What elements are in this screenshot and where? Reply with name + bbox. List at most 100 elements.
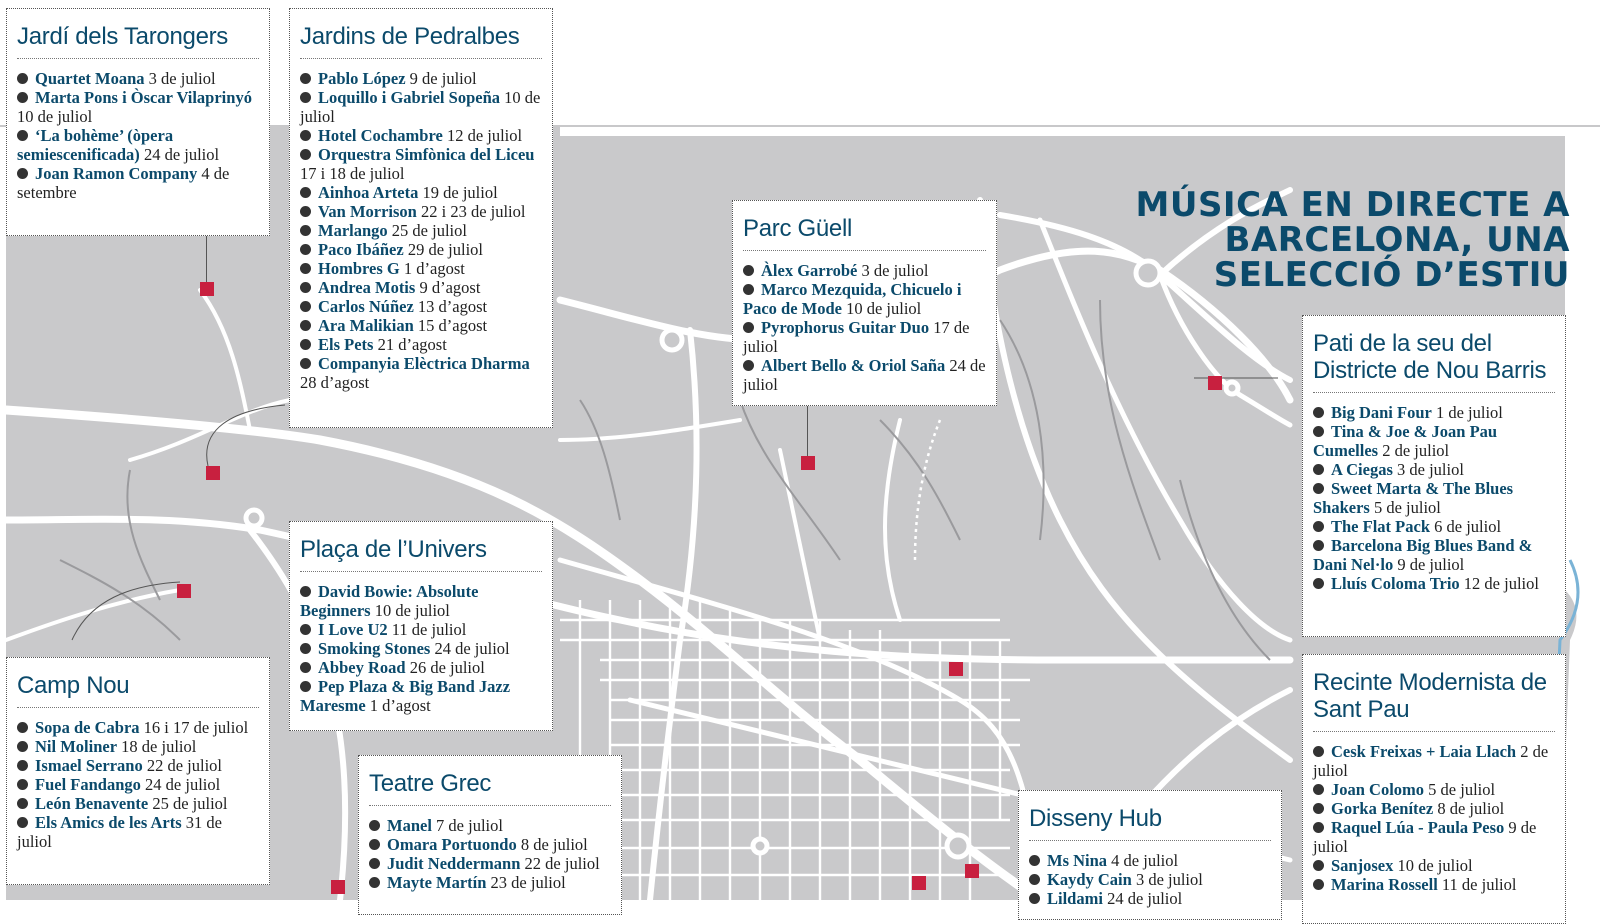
event-list: Cesk Freixas + Laia Llach 2 de juliol Joa…	[1313, 742, 1555, 894]
event-artist: Lluís Coloma Trio	[1331, 574, 1460, 593]
event-item: Àlex Garrobé 3 de juliol	[743, 261, 986, 280]
venue-marker-teatre-grec[interactable]	[331, 880, 345, 894]
event-item: Paco Ibáñez 29 de juliol	[300, 240, 542, 259]
event-artist: Albert Bello & Oriol Saña	[761, 356, 946, 375]
event-item: Andrea Motis 9 d’agost	[300, 278, 542, 297]
venue-name: Jardins de Pedralbes	[300, 17, 542, 59]
venue-name: Camp Nou	[17, 666, 259, 708]
venue-marker-jardins-de-pedralbes[interactable]	[206, 466, 220, 480]
event-date: 23 de juliol	[490, 873, 566, 892]
event-artist: Cesk Freixas + Laia Llach	[1331, 742, 1517, 761]
event-artist: Abbey Road	[318, 658, 406, 677]
event-item: Van Morrison 22 i 23 de juliol	[300, 202, 542, 221]
event-artist: Fuel Fandango	[35, 775, 141, 794]
event-item: Pep Plaza & Big Band Jazz Maresme 1 d’ag…	[300, 677, 542, 715]
event-artist: Sanjosex	[1331, 856, 1394, 875]
event-artist: The Flat Pack	[1331, 517, 1430, 536]
event-artist: Àlex Garrobé	[761, 261, 858, 280]
event-item: Gorka Benítez 8 de juliol	[1313, 799, 1555, 818]
event-date: 1 d’agost	[403, 259, 465, 278]
event-date: 9 de juliol	[409, 69, 477, 88]
event-date: 21 d’agost	[377, 335, 447, 354]
event-date: 3 de juliol	[1135, 870, 1203, 889]
event-artist: Nil Moliner	[35, 737, 118, 756]
venue-marker-sant-pau[interactable]	[949, 662, 963, 676]
event-artist: Smoking Stones	[318, 639, 431, 658]
event-item: Lildami 24 de juliol	[1029, 889, 1271, 908]
venue-name: Jardí dels Tarongers	[17, 17, 259, 59]
event-item: Lluís Coloma Trio 12 de juliol	[1313, 574, 1555, 593]
event-date: 1 de juliol	[1435, 403, 1503, 422]
venue-marker-nou-barris[interactable]	[1208, 376, 1222, 390]
event-item: ‘La bohème’ (òpera semiescenificada) 24 …	[17, 126, 259, 164]
venue-marker-placa-univers[interactable]	[912, 876, 926, 890]
event-list: Manel 7 de juliol Omara Portuondo 8 de ju…	[369, 816, 611, 892]
event-date: 25 de juliol	[391, 221, 467, 240]
venue-marker-disseny-hub[interactable]	[965, 864, 979, 878]
venue-marker-jardi-dels-tarongers[interactable]	[200, 282, 214, 296]
event-item: León Benavente 25 de juliol	[17, 794, 259, 813]
event-date: 16 i 17 de juliol	[143, 718, 249, 737]
event-date: 10 de juliol	[374, 601, 450, 620]
event-artist: Hombres G	[318, 259, 400, 278]
event-artist: Big Dani Four	[1331, 403, 1432, 422]
event-date: 6 de juliol	[1434, 517, 1502, 536]
event-date: 26 de juliol	[409, 658, 485, 677]
marker-stem	[807, 400, 808, 456]
event-artist: I Love U2	[318, 620, 388, 639]
title-line: SELECCIÓ D’ESTIU	[1213, 255, 1570, 295]
event-date: 29 de juliol	[407, 240, 483, 259]
event-date: 5 de juliol	[1428, 780, 1496, 799]
event-date: 19 de juliol	[422, 183, 498, 202]
event-date: 13 d’agost	[417, 297, 488, 316]
event-item: A Ciegas 3 de juliol	[1313, 460, 1555, 479]
venue-card-disseny-hub: Disseny Hub Ms Nina 4 de juliol Kaydy Cain…	[1018, 790, 1282, 920]
event-artist: León Benavente	[35, 794, 149, 813]
venue-name: Pati de la seu del Districte de Nou Barr…	[1313, 324, 1555, 393]
event-item: Els Amics de les Arts 31 de juliol	[17, 813, 259, 851]
event-item: Carlos Núñez 13 d’agost	[300, 297, 542, 316]
event-item: Sweet Marta & The Blues Shakers 5 de jul…	[1313, 479, 1555, 517]
marker-stem	[206, 232, 207, 286]
event-artist: Lildami	[1047, 889, 1103, 908]
event-list: David Bowie: Absolute Beginners 10 de ju…	[300, 582, 542, 715]
event-item: Judit Neddermann 22 de juliol	[369, 854, 611, 873]
event-item: Ismael Serrano 22 de juliol	[17, 756, 259, 775]
venue-marker-parc-guell[interactable]	[801, 456, 815, 470]
event-artist: Kaydy Cain	[1047, 870, 1132, 889]
venue-card-placa-de-l-univers: Plaça de l’Univers David Bowie: Absolute …	[289, 521, 553, 731]
event-item: I Love U2 11 de juliol	[300, 620, 542, 639]
event-artist: Ms Nina	[1047, 851, 1108, 870]
event-item: Ainhoa Arteta 19 de juliol	[300, 183, 542, 202]
event-artist: Ismael Serrano	[35, 756, 143, 775]
event-item: Loquillo i Gabriel Sopeña 10 de juliol	[300, 88, 542, 126]
event-item: Barcelona Big Blues Band & Dani Nel·lo 9…	[1313, 536, 1555, 574]
event-date: 18 de juliol	[121, 737, 197, 756]
event-date: 3 de juliol	[148, 69, 216, 88]
event-date: 25 de juliol	[152, 794, 228, 813]
event-date: 11 de juliol	[1441, 875, 1517, 894]
venue-name: Teatre Grec	[369, 764, 611, 806]
event-item: Hombres G 1 d’agost	[300, 259, 542, 278]
event-artist: Els Amics de les Arts	[35, 813, 182, 832]
venue-marker-camp-nou-area[interactable]	[177, 584, 191, 598]
event-date: 1 d’agost	[369, 696, 431, 715]
event-artist: Judit Neddermann	[387, 854, 521, 873]
event-item: Albert Bello & Oriol Saña 24 de juliol	[743, 356, 986, 394]
event-date: 11 de juliol	[391, 620, 467, 639]
event-date: 24 de juliol	[145, 775, 221, 794]
event-date: 12 de juliol	[446, 126, 523, 145]
event-list: Pablo López 9 de juliol Loquillo i Gabrie…	[300, 69, 542, 392]
event-item: Quartet Moana 3 de juliol	[17, 69, 259, 88]
event-artist: Ara Malikian	[318, 316, 414, 335]
event-list: Big Dani Four 1 de juliol Tina & Joe & Jo…	[1313, 403, 1555, 593]
venue-name: Parc Güell	[743, 209, 986, 251]
venue-card-sant-pau: Recinte Modernista de Sant Pau Cesk Freix…	[1302, 654, 1566, 924]
event-list: Sopa de Cabra 16 i 17 de juliol Nil Molin…	[17, 718, 259, 851]
event-artist: Pablo López	[318, 69, 406, 88]
event-artist: Marina Rossell	[1331, 875, 1438, 894]
event-item: Manel 7 de juliol	[369, 816, 611, 835]
event-date: 28 d’agost	[300, 373, 370, 392]
event-date: 10 de juliol	[846, 299, 922, 318]
event-artist: Manel	[387, 816, 432, 835]
